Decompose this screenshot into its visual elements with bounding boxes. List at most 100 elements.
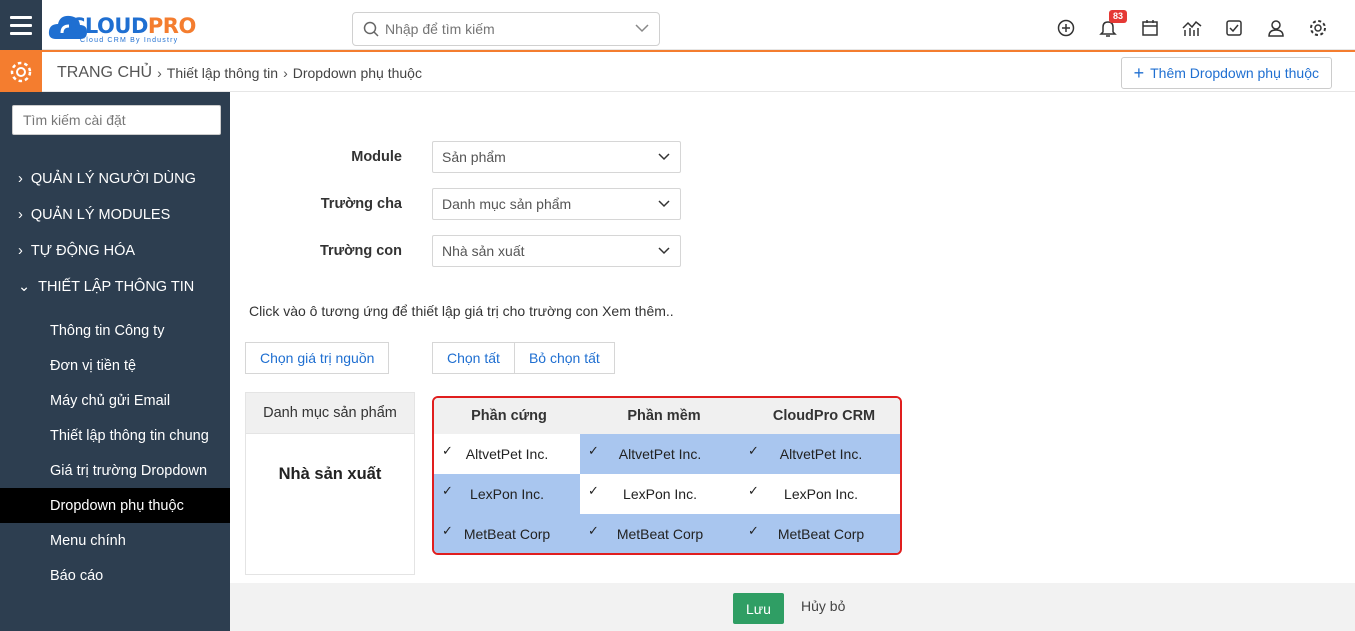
add-dependency-button[interactable]: + Thêm Dropdown phụ thuộc <box>1120 57 1332 89</box>
chevron-right-icon: › <box>283 65 288 81</box>
chevron-right-icon: › <box>18 171 23 187</box>
section-label: QUẢN LÝ MODULES <box>30 207 171 223</box>
settings-search-input[interactable] <box>12 105 221 135</box>
section-label: THIẾT LẬP THÔNG TIN <box>38 279 195 295</box>
column-header: Phần mềm <box>627 408 701 424</box>
mapping-cell[interactable]: ✓ AltvetPet Inc. <box>740 434 900 474</box>
settings-gear-icon[interactable] <box>0 52 42 92</box>
mapping-cell-value: LexPon Inc. <box>623 486 697 502</box>
module-label: Module <box>351 149 402 165</box>
chevron-down-icon <box>658 247 670 255</box>
mapping-cell-value: MetBeat Corp <box>463 526 551 542</box>
notification-bell-icon[interactable]: 83 <box>1087 10 1129 42</box>
source-value[interactable]: Nhà sản xuất <box>246 465 414 484</box>
mapping-grid-header: Phần cứng Phần mềm CloudPro CRM <box>434 398 900 434</box>
app-logo[interactable]: CLOUDPRO Cloud CRM By Industry <box>48 9 208 45</box>
hamburger-menu-icon[interactable] <box>0 0 42 50</box>
chevron-down-icon <box>658 153 670 161</box>
mapping-cell-value: AltvetPet Inc. <box>618 446 702 462</box>
checkmark-icon: ✓ <box>748 443 759 458</box>
logo-tagline: Cloud CRM By Industry <box>80 37 179 44</box>
checkmark-icon: ✓ <box>442 483 453 498</box>
sidebar-item-dependent-dropdown[interactable]: Dropdown phụ thuộc <box>0 488 230 523</box>
analytics-chart-icon[interactable] <box>1171 14 1213 42</box>
mapping-cell-value: LexPon Inc. <box>784 486 858 502</box>
selection-button-group: Chọn tất Bỏ chọn tất <box>432 342 615 374</box>
top-bar: CLOUDPRO Cloud CRM By Industry 83 <box>0 0 1355 50</box>
task-checkbox-icon[interactable] <box>1213 14 1255 42</box>
save-button[interactable]: Lưu <box>733 593 784 624</box>
mapping-cell-value: MetBeat Corp <box>777 526 865 542</box>
notification-badge: 83 <box>1109 10 1128 23</box>
sidebar-section-users[interactable]: › QUẢN LÝ NGƯỜI DÙNG <box>18 171 196 187</box>
logo-text: CLOUDPRO <box>70 14 196 38</box>
choose-source-button[interactable]: Chọn giá trị nguồn <box>245 342 390 374</box>
checkmark-icon: ✓ <box>748 523 759 538</box>
sidebar-section-automation[interactable]: › TỰ ĐỘNG HÓA <box>18 243 135 259</box>
parent-field-select[interactable]: Danh mục sản phẩm <box>432 188 681 220</box>
mapping-cell[interactable]: ✓ LexPon Inc. <box>434 474 580 514</box>
sidebar-item-reports[interactable]: Báo cáo <box>0 558 230 593</box>
add-dependency-label: Thêm Dropdown phụ thuộc <box>1150 65 1319 81</box>
chevron-down-icon: ⌄ <box>18 279 31 295</box>
breadcrumb-home[interactable]: TRANG CHỦ <box>57 64 152 82</box>
sidebar-item-company-info[interactable]: Thông tin Công ty <box>0 313 230 348</box>
section-label: TỰ ĐỘNG HÓA <box>30 243 136 259</box>
mapping-cell[interactable]: ✓ MetBeat Corp <box>740 514 900 553</box>
sidebar-item-dropdown-values[interactable]: Giá trị trường Dropdown <box>0 453 230 488</box>
source-value-panel: Danh mục sản phẩm Nhà sản xuất <box>245 392 415 575</box>
mapping-cell-value: MetBeat Corp <box>616 526 704 542</box>
mapping-cell[interactable]: ✓ MetBeat Corp <box>580 514 740 553</box>
deselect-all-button[interactable]: Bỏ chọn tất <box>514 342 615 374</box>
breadcrumb: TRANG CHỦ › Thiết lập thông tin › Dropdo… <box>57 64 422 82</box>
chevron-right-icon: › <box>157 65 162 81</box>
checkmark-icon: ✓ <box>748 483 759 498</box>
module-value: Sản phẩm <box>442 149 506 165</box>
source-column-header: Danh mục sản phẩm <box>246 393 414 434</box>
child-field-value: Nhà sản xuất <box>442 243 525 259</box>
parent-field-label: Trường cha <box>320 196 402 212</box>
settings-gear-icon[interactable] <box>1297 14 1339 42</box>
module-select[interactable]: Sản phẩm <box>432 141 681 173</box>
mapping-grid: Phần cứng Phần mềm CloudPro CRM ✓ AltvetP… <box>432 396 902 555</box>
mapping-cell[interactable]: ✓ LexPon Inc. <box>740 474 900 514</box>
sidebar-section-info-setup[interactable]: ⌄ THIẾT LẬP THÔNG TIN <box>18 279 194 295</box>
checkmark-icon: ✓ <box>588 523 599 538</box>
chevron-right-icon: › <box>18 243 23 259</box>
user-profile-icon[interactable] <box>1255 14 1297 42</box>
section-label: QUẢN LÝ NGƯỜI DÙNG <box>30 171 196 187</box>
mapping-cell[interactable]: ✓ MetBeat Corp <box>434 514 580 553</box>
sidebar-item-email-server[interactable]: Máy chủ gửi Email <box>0 383 230 418</box>
breadcrumb-level1[interactable]: Thiết lập thông tin <box>167 65 278 81</box>
chevron-down-icon[interactable] <box>635 23 649 33</box>
sidebar-item-main-menu[interactable]: Menu chính <box>0 523 230 558</box>
checkmark-icon: ✓ <box>588 483 599 498</box>
calendar-icon[interactable] <box>1129 14 1171 42</box>
mapping-cell[interactable]: ✓ AltvetPet Inc. <box>580 434 740 474</box>
cancel-button[interactable]: Hủy bỏ <box>801 598 845 614</box>
chevron-down-icon <box>658 200 670 208</box>
mapping-cell-value: LexPon Inc. <box>470 486 544 502</box>
sidebar-item-currency[interactable]: Đơn vị tiền tệ <box>0 348 230 383</box>
mapping-cell[interactable]: ✓ AltvetPet Inc. <box>434 434 580 474</box>
mapping-cell-value: AltvetPet Inc. <box>779 446 863 462</box>
child-field-select[interactable]: Nhà sản xuất <box>432 235 681 267</box>
plus-icon: + <box>1133 63 1145 83</box>
global-search[interactable] <box>352 12 660 46</box>
checkmark-icon: ✓ <box>588 443 599 458</box>
mapping-cell[interactable]: ✓ LexPon Inc. <box>580 474 740 514</box>
search-icon <box>363 21 379 37</box>
checkmark-icon: ✓ <box>442 523 453 538</box>
add-circle-icon[interactable] <box>1045 14 1087 42</box>
sidebar-section-modules[interactable]: › QUẢN LÝ MODULES <box>18 207 170 223</box>
sidebar-item-general-settings[interactable]: Thiết lập thông tin chung <box>0 418 230 453</box>
chevron-right-icon: › <box>18 207 23 223</box>
instruction-text: Click vào ô tương ứng để thiết lập giá t… <box>249 303 674 319</box>
mapping-cell-value: AltvetPet Inc. <box>465 446 549 462</box>
select-all-button[interactable]: Chọn tất <box>432 342 515 374</box>
breadcrumb-bar: TRANG CHỦ › Thiết lập thông tin › Dropdo… <box>0 50 1355 92</box>
search-input[interactable] <box>385 19 625 39</box>
column-header: Phần cứng <box>471 408 547 424</box>
action-footer: Lưu Hủy bỏ <box>230 583 1355 631</box>
parent-field-value: Danh mục sản phẩm <box>442 196 572 212</box>
